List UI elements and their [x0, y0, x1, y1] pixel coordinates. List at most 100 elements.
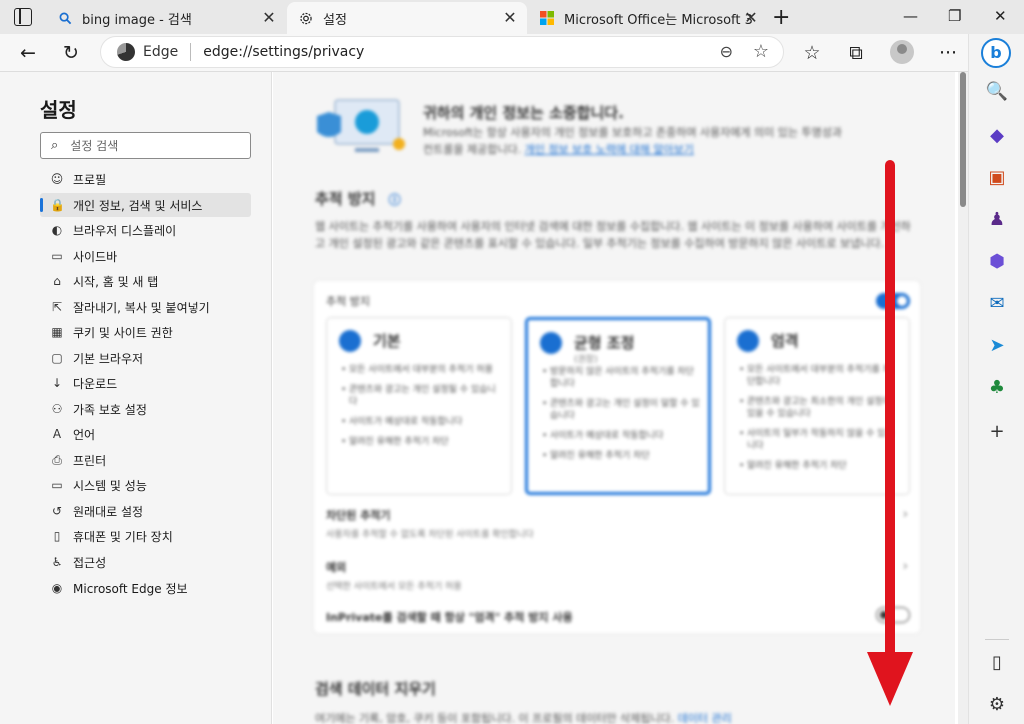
nav-item-printer[interactable]: ⎙ 프린터: [40, 448, 251, 472]
bing-chat-icon[interactable]: b: [981, 38, 1011, 68]
nav-item-profile[interactable]: ☺ 프로필: [40, 167, 251, 191]
balanced-icon: [540, 332, 562, 354]
browser-icon: ▢: [51, 351, 63, 365]
games-icon[interactable]: ♟: [985, 208, 1009, 232]
reset-icon: ↺: [51, 504, 63, 518]
hero-title: 귀하의 개인 정보는 소중합니다.: [423, 104, 624, 122]
manage-data-link[interactable]: 데이터 관리: [678, 712, 732, 724]
tracking-description: 웹 사이트는 추적기를 사용하여 사용자의 인터넷 검색에 대한 정보를 수집합…: [315, 220, 911, 250]
exceptions-title[interactable]: 예외: [326, 559, 346, 575]
privacy-learn-more-link[interactable]: 개인 정보 보호 노력에 대해 알아보기: [525, 143, 694, 156]
blocked-trackers-subtitle: 사용자를 추적할 수 없도록 차단된 사이트를 확인합니다: [326, 530, 534, 540]
settings-content: 귀하의 개인 정보는 소중합니다. Microsoft는 항상 사용자의 개인 …: [273, 72, 955, 724]
scrollbar-thumb[interactable]: [960, 72, 966, 207]
avatar[interactable]: [890, 40, 914, 64]
minimize-icon[interactable]: —: [903, 7, 918, 25]
search-icon: [58, 11, 72, 25]
nav-item-privacy[interactable]: 🔒 개인 정보, 검색 및 서비스: [40, 193, 251, 217]
address-bar[interactable]: Edge edge://settings/privacy ⊖ ☆: [100, 36, 784, 68]
clear-browsing-data-description: 여기에는 기록, 암호, 쿠키 등이 포함됩니다. 이 프로필의 데이터만 삭제…: [315, 712, 732, 724]
exceptions-subtitle: 선택한 사이트에서 모든 추적기 허용: [326, 582, 462, 592]
nav-item-downloads[interactable]: ↓ 다운로드: [40, 371, 251, 395]
favorites-icon[interactable]: ☆: [800, 41, 824, 65]
annotation-arrow-head: [867, 652, 913, 706]
hero-description: Microsoft는 항상 사용자의 개인 정보를 보호하고 존중하며 사용자에…: [423, 126, 842, 156]
phone-icon: ▯: [53, 529, 61, 543]
nav-item-system[interactable]: ▭ 시스템 및 성능: [40, 473, 251, 497]
close-icon[interactable]: ✕: [501, 9, 519, 27]
nav-item-reset[interactable]: ↺ 원래대로 설정: [40, 499, 251, 523]
nav-item-sidebar[interactable]: ▭ 사이드바: [40, 244, 251, 268]
divider: [190, 43, 192, 61]
add-icon[interactable]: +: [985, 420, 1009, 444]
more-icon[interactable]: ···: [936, 41, 960, 65]
close-window-icon[interactable]: ✕: [994, 7, 1007, 25]
share-icon: ⇱: [51, 300, 63, 314]
chevron-right-icon[interactable]: ›: [903, 559, 908, 574]
system-icon: ▭: [51, 478, 63, 492]
strict-icon: [737, 330, 759, 352]
back-icon[interactable]: ←: [16, 41, 40, 65]
search-placeholder: 설정 검색: [70, 139, 119, 153]
nav-item-share[interactable]: ⇱ 잘라내기, 복사 및 붙여넣기: [40, 295, 251, 319]
divider: [985, 639, 1009, 640]
zoom-icon[interactable]: ⊖: [720, 42, 733, 61]
edge-sidebar: b 🔍 ◆ ▣ ♟ ⬢ ✉ ➤ ♣ + ▯ ⚙: [968, 34, 1024, 724]
inprivate-strict-label: InPrivate를 검색할 때 항상 "엄격" 추적 방지 사용: [326, 611, 573, 624]
outlook-icon[interactable]: ✉: [985, 292, 1009, 316]
nav-item-default-browser[interactable]: ▢ 기본 브라우저: [40, 346, 251, 370]
new-tab-icon[interactable]: +: [772, 5, 790, 30]
tab-bing-search[interactable]: bing image - 검색 ✕: [46, 2, 286, 34]
search-input[interactable]: ⌕ 설정 검색: [40, 132, 251, 159]
address-url[interactable]: edge://settings/privacy: [203, 44, 364, 60]
send-icon[interactable]: ➤: [985, 334, 1009, 358]
restore-icon[interactable]: ❐: [948, 7, 961, 25]
shopping-icon[interactable]: ◆: [985, 124, 1009, 148]
tools-icon[interactable]: ▣: [985, 166, 1009, 190]
info-icon[interactable]: ⓘ: [389, 193, 401, 207]
edge-icon: ◉: [51, 581, 63, 595]
tracking-option-basic[interactable]: 기본 모든 사이트에서 대부분의 추적기 허용 콘텐츠와 광고는 개인 설정될 …: [326, 317, 512, 495]
gear-icon[interactable]: ⚙: [985, 693, 1009, 717]
sidebar-toggle-icon[interactable]: ▯: [985, 651, 1009, 675]
add-favorite-icon[interactable]: ☆: [753, 41, 769, 62]
search-icon: ⌕: [51, 138, 59, 153]
nav-item-about[interactable]: ◉ Microsoft Edge 정보: [40, 576, 251, 600]
nav-item-accessibility[interactable]: ♿ 접근성: [40, 550, 251, 574]
office-icon[interactable]: ⬢: [985, 250, 1009, 274]
blocked-trackers-title[interactable]: 차단된 추적기: [326, 507, 391, 523]
clear-browsing-data-title: 검색 데이터 지우기: [315, 680, 436, 698]
download-icon: ↓: [51, 376, 63, 390]
tracking-option-strict[interactable]: 엄격 모든 사이트에서 대부분의 추적기를 차단합니다 콘텐츠와 광고는 최소한…: [724, 317, 910, 495]
profile-icon: ☺: [50, 172, 64, 186]
tab-actions-icon[interactable]: [14, 8, 32, 26]
chevron-right-icon[interactable]: ›: [903, 507, 908, 522]
tree-icon[interactable]: ♣: [985, 376, 1009, 400]
edge-icon: [117, 43, 135, 61]
tab-microsoft-office[interactable]: Microsoft Office는 Microsoft 365 ✕: [528, 2, 768, 34]
collections-icon[interactable]: ⧉: [844, 41, 868, 65]
appearance-icon: ◐: [51, 223, 63, 237]
scrollbar[interactable]: [958, 72, 968, 724]
lock-icon: 🔒: [50, 198, 65, 212]
basic-icon: [339, 330, 361, 352]
tracking-toggle-label: 추적 방지: [326, 295, 370, 308]
nav-item-appearance[interactable]: ◐ 브라우저 디스플레이: [40, 218, 251, 242]
nav-item-language[interactable]: A 언어: [40, 422, 251, 446]
nav-item-phone[interactable]: ▯ 휴대폰 및 기타 장치: [40, 524, 251, 548]
refresh-icon[interactable]: ↻: [59, 41, 83, 65]
tracking-option-balanced[interactable]: 균형 조정 (권장) 방문하지 않은 사이트의 추적기를 차단합니다 콘텐츠와 …: [525, 317, 711, 495]
nav-item-start-home[interactable]: ⌂ 시작, 홈 및 새 탭: [40, 269, 251, 293]
search-icon[interactable]: 🔍: [985, 80, 1009, 104]
nav-item-cookies[interactable]: ▦ 쿠키 및 사이트 권한: [40, 320, 251, 344]
tab-strip: bing image - 검색 ✕ 설정 ✕ Microsoft Office는…: [0, 0, 1024, 34]
nav-item-family[interactable]: ⚇ 가족 보호 설정: [40, 397, 251, 421]
settings-nav: 설정 ⌕ 설정 검색 ☺ 프로필 🔒 개인 정보, 검색 및 서비스 ◐ 브라우저 디…: [0, 72, 272, 724]
family-icon: ⚇: [51, 402, 63, 416]
microsoft-logo-icon: [540, 11, 554, 25]
tab-settings[interactable]: 설정 ✕: [287, 2, 527, 34]
tracking-prevention-card: 추적 방지 기본 모든 사이트에서 대부분의 추적기 허용 콘텐츠와 광고는 개…: [313, 280, 921, 634]
close-icon[interactable]: ✕: [260, 9, 278, 27]
gear-icon: [299, 11, 313, 25]
close-icon[interactable]: ✕: [742, 9, 760, 27]
